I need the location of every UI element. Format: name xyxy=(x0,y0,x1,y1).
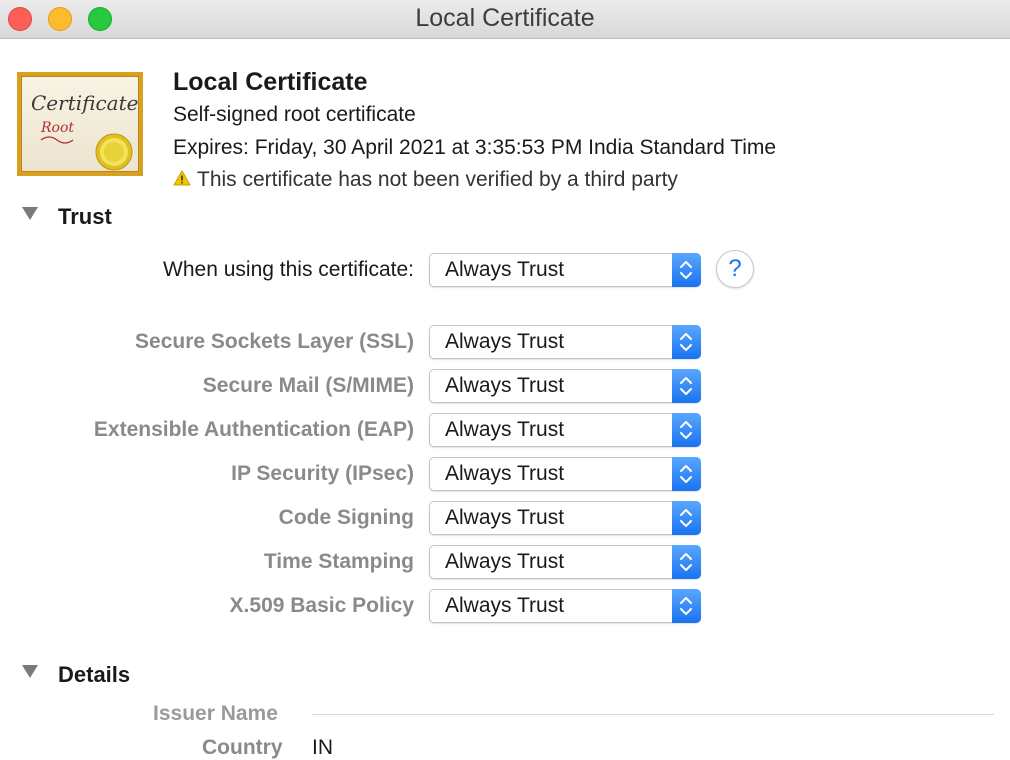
eap-value: Always Trust xyxy=(445,418,565,441)
time-stamping-value: Always Trust xyxy=(445,550,565,573)
certificate-icon-subtitle: Root xyxy=(40,120,74,136)
chevron-updown-icon xyxy=(672,325,701,359)
help-button[interactable]: ? xyxy=(716,250,754,288)
verification-warning: This certificate has not been verified b… xyxy=(173,168,678,192)
warning-icon xyxy=(173,168,191,192)
disclosure-triangle-down-icon xyxy=(22,664,38,683)
chevron-updown-icon xyxy=(672,589,701,623)
chevron-updown-icon xyxy=(672,413,701,447)
ssl-label: Secure Sockets Layer (SSL) xyxy=(135,330,414,353)
time-stamping-label: Time Stamping xyxy=(263,550,414,573)
x509-label: X.509 Basic Policy xyxy=(229,594,414,617)
chevron-updown-icon xyxy=(672,253,701,287)
when-using-value: Always Trust xyxy=(445,258,565,281)
code-signing-popup[interactable]: Always Trust xyxy=(429,501,701,535)
chevron-updown-icon xyxy=(672,545,701,579)
when-using-label: When using this certificate: xyxy=(163,258,414,281)
code-signing-label: Code Signing xyxy=(278,506,414,529)
ssl-popup[interactable]: Always Trust xyxy=(429,325,701,359)
chevron-updown-icon xyxy=(672,369,701,403)
when-using-popup[interactable]: Always Trust xyxy=(429,253,701,287)
certificate-icon: Certificate Root xyxy=(17,72,143,176)
smime-value: Always Trust xyxy=(445,374,565,397)
title-bar: Local Certificate xyxy=(0,0,1010,39)
smime-label: Secure Mail (S/MIME) xyxy=(202,374,414,397)
code-signing-value: Always Trust xyxy=(445,506,565,529)
country-value: IN xyxy=(312,736,333,759)
certificate-icon-title: Certificate xyxy=(31,91,138,115)
disclosure-triangle-down-icon xyxy=(22,206,38,225)
chevron-updown-icon xyxy=(672,501,701,535)
trust-section-label: Trust xyxy=(58,204,112,229)
x509-popup[interactable]: Always Trust xyxy=(429,589,701,623)
ipsec-label: IP Security (IPsec) xyxy=(231,462,414,485)
eap-label: Extensible Authentication (EAP) xyxy=(93,418,414,441)
certificate-type: Self-signed root certificate xyxy=(173,103,416,126)
time-stamping-popup[interactable]: Always Trust xyxy=(429,545,701,579)
chevron-updown-icon xyxy=(672,457,701,491)
details-section-label: Details xyxy=(58,662,131,687)
x509-value: Always Trust xyxy=(445,594,565,617)
trust-section-toggle[interactable]: Trust xyxy=(22,204,112,236)
smime-popup[interactable]: Always Trust xyxy=(429,369,701,403)
eap-popup[interactable]: Always Trust xyxy=(429,413,701,447)
certificate-expiry: Expires: Friday, 30 April 2021 at 3:35:5… xyxy=(173,136,777,159)
warning-text: This certificate has not been verified b… xyxy=(197,168,678,191)
certificate-name: Local Certificate xyxy=(173,68,368,96)
ssl-value: Always Trust xyxy=(445,330,565,353)
ipsec-value: Always Trust xyxy=(445,462,565,485)
issuer-name-label: Issuer Name xyxy=(153,702,278,725)
ipsec-popup[interactable]: Always Trust xyxy=(429,457,701,491)
window-title: Local Certificate xyxy=(415,4,595,32)
issuer-divider xyxy=(312,714,994,715)
country-label: Country xyxy=(202,736,283,759)
details-section-toggle[interactable]: Details xyxy=(22,662,130,694)
